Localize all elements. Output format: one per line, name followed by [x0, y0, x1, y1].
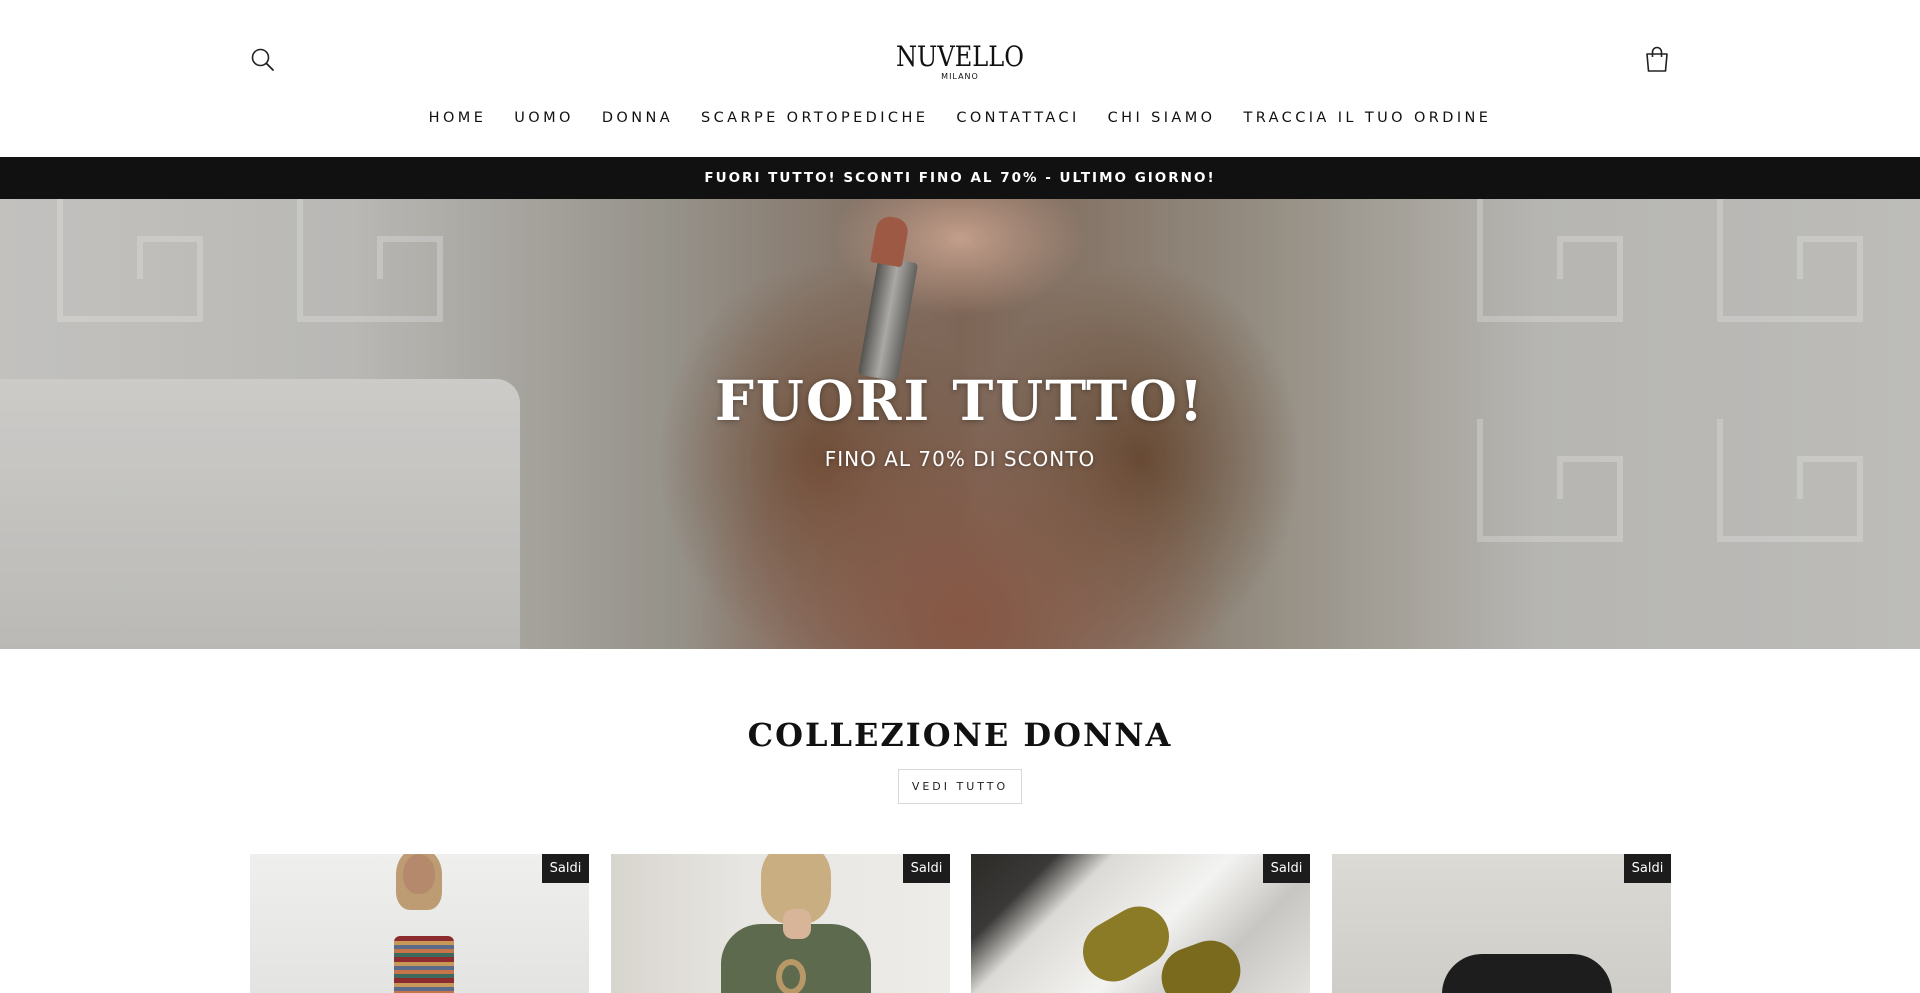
hero-title: FUORI TUTTO! [714, 368, 1206, 433]
nav-item-contattaci[interactable]: CONTATTACI [942, 110, 1093, 126]
product-grid: Saldi Saldi Saldi Saldi [250, 854, 1671, 993]
nav-item-traccia-ordine[interactable]: TRACCIA IL TUO ORDINE [1229, 110, 1505, 126]
main-nav: HOME UOMO DONNA SCARPE ORTOPEDICHE CONTA… [0, 106, 1920, 130]
hero-banner[interactable]: FUORI TUTTO! FINO AL 70% DI SCONTO [0, 199, 1920, 649]
product-card[interactable]: Saldi [611, 854, 950, 993]
search-icon[interactable] [250, 47, 276, 73]
nav-item-uomo[interactable]: UOMO [500, 110, 588, 126]
hero-subtitle: FINO AL 70% DI SCONTO [824, 447, 1096, 471]
announcement-bar: FUORI TUTTO! SCONTI FINO AL 70% - ULTIMO… [0, 157, 1920, 199]
nav-item-donna[interactable]: DONNA [588, 110, 687, 126]
product-card[interactable]: Saldi [250, 854, 589, 993]
sale-badge: Saldi [542, 854, 589, 883]
sale-badge: Saldi [1624, 854, 1671, 883]
sale-badge: Saldi [1263, 854, 1310, 883]
announcement-text: FUORI TUTTO! SCONTI FINO AL 70% - ULTIMO… [704, 170, 1216, 186]
view-all-button[interactable]: VEDI TUTTO [898, 769, 1022, 804]
site-header: NUVELLO MILANO HOME UOMO DONNA SCARPE OR… [0, 0, 1920, 157]
cart-icon[interactable] [1643, 45, 1671, 73]
product-card[interactable]: Saldi [971, 854, 1310, 993]
collection-title: COLLEZIONE DONNA [747, 716, 1173, 754]
nav-item-chi-siamo[interactable]: CHI SIAMO [1094, 110, 1230, 126]
product-image [783, 909, 811, 939]
nav-item-home[interactable]: HOME [415, 110, 501, 126]
product-image [403, 854, 435, 894]
sale-badge: Saldi [903, 854, 950, 883]
product-card[interactable]: Saldi [1332, 854, 1671, 993]
product-image [1442, 954, 1612, 993]
brand-name: NUVELLO [895, 40, 1025, 73]
brand-logo[interactable]: NUVELLO MILANO [860, 40, 1060, 81]
product-image [394, 936, 454, 993]
product-image [776, 959, 806, 993]
nav-item-scarpe-ortopediche[interactable]: SCARPE ORTOPEDICHE [687, 110, 942, 126]
